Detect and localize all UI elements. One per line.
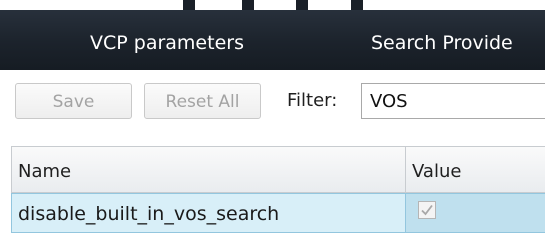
tab-edge-marker xyxy=(351,0,363,10)
column-header-name[interactable]: Name xyxy=(11,147,406,193)
top-edge xyxy=(0,0,545,10)
reset-all-button[interactable]: Reset All xyxy=(144,83,261,119)
save-button[interactable]: Save xyxy=(15,83,132,119)
toolbar: Save Reset All Filter: xyxy=(0,70,545,142)
tab-edge-marker xyxy=(183,0,195,10)
table-header: Name Value xyxy=(11,146,545,193)
value-checkbox[interactable] xyxy=(418,201,436,219)
parameter-value-cell xyxy=(406,193,545,233)
filter-label: Filter: xyxy=(287,90,338,111)
tab-search-providers[interactable]: Search Provide xyxy=(371,26,513,60)
vcp-settings-panel: VCP parameters Search Provide Save Reset… xyxy=(0,0,545,242)
tab-vcp-parameters[interactable]: VCP parameters xyxy=(90,26,244,60)
parameter-name-cell: disable_built_in_vos_search xyxy=(11,193,406,233)
checkmark-icon xyxy=(421,204,433,216)
tab-edge-marker xyxy=(242,0,254,10)
tab-edge-marker xyxy=(296,0,308,10)
parameters-table: Name Value disable_built_in_vos_search xyxy=(11,146,545,242)
column-header-value[interactable]: Value xyxy=(406,147,545,193)
table-row[interactable]: disable_built_in_vos_search xyxy=(11,193,545,233)
tab-bar: VCP parameters Search Provide xyxy=(0,0,545,70)
filter-input[interactable] xyxy=(361,83,545,119)
